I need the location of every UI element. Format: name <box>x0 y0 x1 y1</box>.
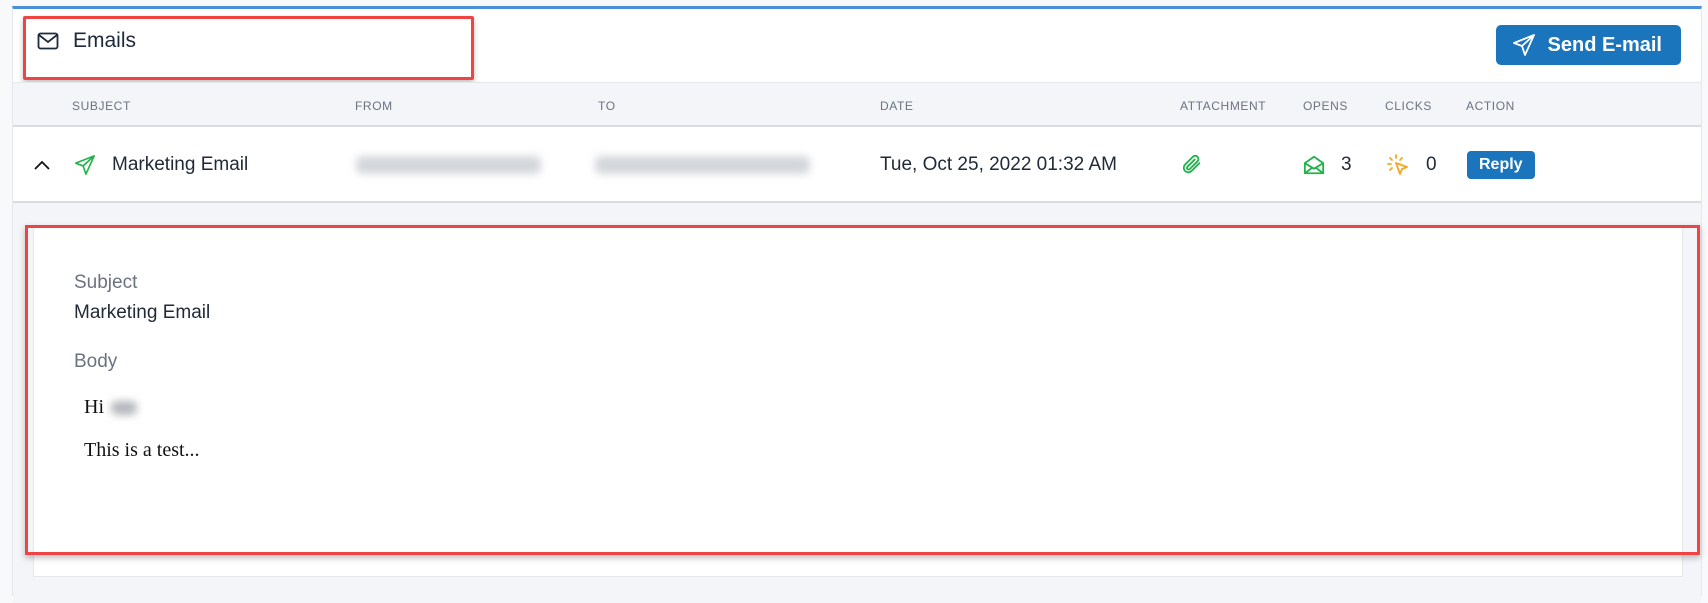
to-redacted <box>595 156 810 174</box>
body-greeting-text: Hi <box>84 396 104 418</box>
cursor-click-icon <box>1386 153 1410 177</box>
table-header: SUBJECT FROM TO DATE ATTACHMENT OPENS CL… <box>13 82 1701 127</box>
reply-button[interactable]: Reply <box>1467 151 1535 179</box>
envelope-open-icon <box>1303 154 1325 176</box>
row-to <box>595 127 810 203</box>
detail-subject-value: Marketing Email <box>74 302 211 323</box>
recipient-name-redacted <box>111 401 137 416</box>
send-email-button[interactable]: Send E-mail <box>1495 25 1681 65</box>
send-icon <box>1512 34 1536 56</box>
opens-count: 3 <box>1341 154 1352 175</box>
column-header-subject[interactable]: SUBJECT <box>72 99 131 113</box>
from-redacted <box>356 156 541 174</box>
page-title: Emails <box>73 29 137 52</box>
clicks-count: 0 <box>1426 154 1437 175</box>
emails-card: Emails Send E-mail SUBJECT FROM TO DATE … <box>12 6 1702 603</box>
column-header-attachment: ATTACHMENT <box>1180 99 1267 113</box>
emails-header: Emails Send E-mail <box>13 9 1701 82</box>
detail-body-label: Body <box>74 351 118 372</box>
body-text: This is a test... <box>84 439 200 461</box>
mail-icon <box>37 32 59 50</box>
column-header-date[interactable]: DATE <box>880 99 914 113</box>
column-header-clicks[interactable]: CLICKS <box>1385 99 1432 113</box>
email-detail-panel: Subject Marketing Email Body Hi This is … <box>13 203 1701 603</box>
column-header-to[interactable]: TO <box>598 99 616 113</box>
row-subject[interactable]: Marketing Email <box>112 127 248 203</box>
row-date: Tue, Oct 25, 2022 01:32 AM <box>880 154 1117 175</box>
table-row[interactable]: Marketing Email Tue, Oct 25, 2022 01:32 … <box>13 127 1701 203</box>
row-from <box>356 127 541 203</box>
chevron-up-icon[interactable] <box>33 159 51 171</box>
body-greeting: Hi <box>84 396 137 419</box>
column-header-from[interactable]: FROM <box>355 99 393 113</box>
collapse-toggle[interactable] <box>33 127 51 203</box>
emails-title: Emails <box>37 29 136 53</box>
email-detail-content: Subject Marketing Email Body Hi This is … <box>33 227 1683 577</box>
row-action: Reply <box>1467 127 1535 203</box>
detail-subject-label: Subject <box>74 272 138 293</box>
row-clicks: 0 <box>1386 127 1437 203</box>
send-icon <box>74 154 96 176</box>
paperclip-icon[interactable] <box>1181 154 1203 176</box>
send-email-label: Send E-mail <box>1547 33 1662 56</box>
row-attachment[interactable] <box>1181 127 1203 203</box>
column-header-opens[interactable]: OPENS <box>1303 99 1348 113</box>
row-opens: 3 <box>1303 127 1352 203</box>
column-header-action: ACTION <box>1466 99 1515 113</box>
sent-status <box>74 127 96 203</box>
